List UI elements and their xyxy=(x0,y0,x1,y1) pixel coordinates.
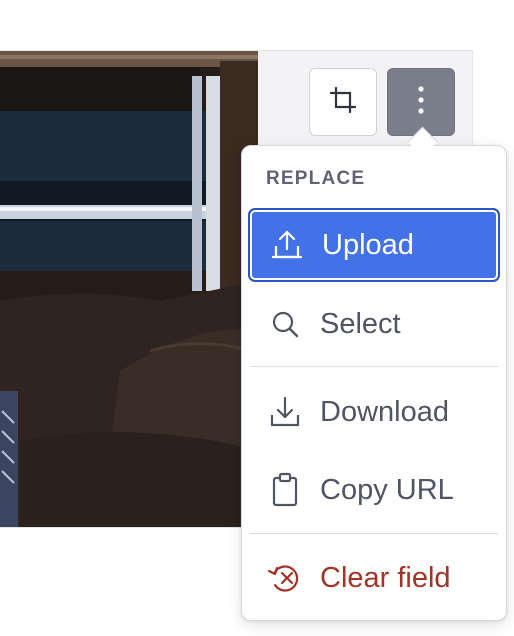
menu-item-copy-url[interactable]: Copy URL xyxy=(248,453,500,527)
menu-item-download[interactable]: Download xyxy=(248,375,500,449)
crop-button[interactable] xyxy=(309,68,377,136)
crop-icon xyxy=(328,85,358,120)
clear-icon xyxy=(265,558,305,598)
image-preview xyxy=(0,51,258,527)
menu-divider xyxy=(250,366,498,367)
clipboard-icon xyxy=(265,470,305,510)
menu-item-label: Copy URL xyxy=(320,473,454,506)
menu-item-label: Select xyxy=(320,307,401,340)
menu-item-label: Upload xyxy=(322,228,414,261)
more-options-button[interactable] xyxy=(387,68,455,136)
upload-icon xyxy=(267,225,307,265)
menu-item-upload[interactable]: Upload xyxy=(248,208,500,282)
menu-divider xyxy=(250,533,498,534)
more-vertical-icon xyxy=(416,85,426,120)
image-field-stage: REPLACE Upload Select Download Copy URL … xyxy=(0,0,514,636)
menu-item-clear-field[interactable]: Clear field xyxy=(248,541,500,615)
menu-section-heading: REPLACE xyxy=(266,168,366,189)
download-icon xyxy=(265,392,305,432)
menu-item-label: Clear field xyxy=(320,561,451,594)
search-icon xyxy=(265,304,305,344)
menu-item-label: Download xyxy=(320,395,449,428)
menu-item-select[interactable]: Select xyxy=(248,287,500,361)
